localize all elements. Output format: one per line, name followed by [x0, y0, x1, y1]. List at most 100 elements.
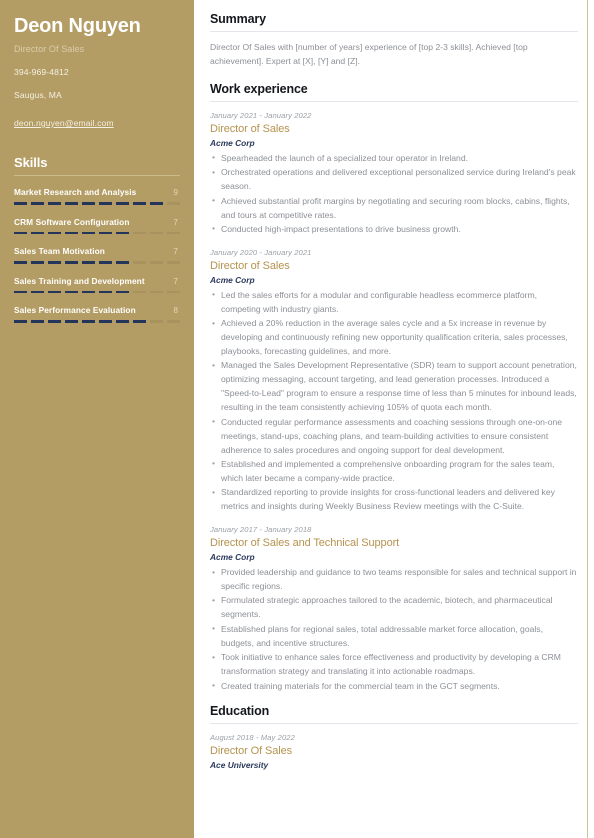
skill-row: Sales Performance Evaluation 8 — [14, 305, 180, 315]
skill-rating-segment — [30, 261, 45, 264]
skill-item: Sales Performance Evaluation 8 — [14, 305, 180, 323]
skill-rating-segment — [14, 202, 28, 205]
entry-dates: January 2017 - January 2018 — [210, 525, 312, 535]
education-divider — [210, 723, 578, 725]
skill-rating-segment — [30, 320, 45, 323]
entry-bullet: Established plans for regional sales, to… — [210, 622, 578, 651]
skill-rating-segment — [64, 202, 79, 205]
skill-rating-segment — [166, 231, 180, 235]
skill-score: 7 — [173, 275, 178, 286]
skill-score: 8 — [173, 305, 178, 316]
entry-organization: Acme Corp — [210, 137, 255, 148]
skill-rating-segment — [132, 261, 147, 264]
skill-rating-segment — [81, 261, 96, 264]
summary-section: Summary Director Of Sales with [number o… — [210, 12, 578, 69]
skill-rating-segment — [64, 231, 79, 235]
skill-rating-segment — [98, 202, 113, 205]
skill-row: Market Research and Analysis 9 — [14, 187, 180, 197]
skill-rating-segment — [47, 290, 62, 294]
contact-email-link[interactable]: deon.nguyen@email.com — [14, 118, 114, 128]
entry-dates: January 2021 - January 2022 — [210, 110, 312, 120]
summary-text: Director Of Sales with [number of years]… — [210, 42, 528, 66]
skill-item: Sales Team Motivation 7 — [14, 246, 180, 264]
skill-rating-segment — [64, 320, 79, 323]
skill-rating-segment — [115, 261, 130, 264]
work-entry: January 2020 - January 2021 Director of S… — [210, 248, 578, 514]
main-content: Summary Director Of Sales with [number o… — [194, 0, 594, 838]
work-entry: January 2017 - January 2018 Director of S… — [210, 525, 578, 693]
education-entry-list: August 2018 - May 2022 Director Of Sales A… — [210, 733, 578, 770]
skill-rating-segment — [47, 261, 62, 264]
entry-organization: Ace University — [210, 760, 269, 771]
entry-bullet: Provided leadership and guidance to two … — [210, 566, 578, 594]
skill-score: 7 — [173, 246, 178, 257]
entry-title: Director Of Sales — [210, 745, 293, 758]
skill-rating-segment — [47, 320, 62, 323]
skills-heading-divider — [14, 175, 180, 176]
page-edge-line — [587, 0, 588, 838]
skill-score: 7 — [173, 216, 178, 227]
summary-divider — [210, 31, 578, 32]
entry-bullet-list: Provided leadership and guidance to two … — [210, 566, 578, 693]
skill-rating-segment — [98, 320, 113, 323]
entry-bullet: Achieved a 20% reduction in the average … — [210, 317, 578, 359]
skill-rating-segment — [115, 202, 130, 205]
work-entry: January 2021 - January 2022 Director of S… — [210, 111, 578, 237]
skill-rating-segment — [14, 261, 28, 264]
skill-label: Sales Team Motivation — [14, 246, 105, 257]
skill-rating-segment — [30, 290, 45, 294]
entry-bullet: Led the sales efforts for a modular and … — [210, 288, 578, 317]
work-experience-section: Work experience January 2021 - January 2… — [210, 82, 578, 694]
skill-rating-segment — [149, 231, 163, 235]
skill-rating-segment — [166, 261, 180, 264]
skills-list: Market Research and Analysis 9 CRM Softwar… — [14, 187, 180, 323]
skill-item: Sales Training and Development 7 — [14, 276, 180, 294]
entry-bullet-list: Spearheaded the launch of a specialized … — [210, 151, 578, 237]
entry-dates: August 2018 - May 2022 — [210, 733, 295, 743]
contact-list: 394-969-4812 Saugus, MA deon.nguyen@email.… — [14, 67, 180, 141]
sidebar: Deon Nguyen Director Of Sales 394-969-48… — [0, 0, 194, 838]
entry-bullet: Formulated strategic approaches tailored… — [210, 594, 578, 622]
skills-heading: Skills — [14, 155, 48, 170]
skill-rating-segment — [81, 231, 96, 235]
entry-bullet: Achieved substantial profit margins by n… — [210, 194, 578, 223]
skill-rating-segment — [30, 231, 45, 235]
entry-dates: January 2020 - January 2021 — [210, 247, 312, 257]
candidate-name: Deon Nguyen — [14, 15, 141, 37]
skill-rating-segment — [132, 231, 147, 235]
skill-rating-segment — [132, 202, 147, 205]
skill-rating-segment — [14, 290, 28, 294]
entry-title: Director of Sales and Technical Support — [210, 537, 400, 550]
education-section: Education August 2018 - May 2022 Director… — [210, 704, 578, 770]
skill-rating-segment — [166, 202, 180, 205]
work-entry-list: January 2021 - January 2022 Director of S… — [210, 111, 578, 694]
skill-rating-segment — [81, 320, 96, 323]
contact-item: 394-969-4812 — [14, 67, 69, 77]
entry-bullet-list: Led the sales efforts for a modular and … — [210, 288, 578, 514]
skill-rating-segment — [64, 261, 79, 264]
skill-rating-bar — [14, 320, 180, 323]
entry-title: Director of Sales — [210, 122, 290, 135]
candidate-role: Director Of Sales — [14, 44, 85, 54]
skill-rating-segment — [14, 231, 28, 235]
skill-rating-segment — [149, 320, 163, 323]
entry-bullet: Orchestrated operations and delivered ex… — [210, 166, 578, 194]
skill-rating-segment — [47, 202, 62, 205]
skill-rating-segment — [81, 290, 96, 294]
skill-rating-segment — [14, 320, 28, 323]
skill-rating-segment — [149, 202, 163, 205]
entry-bullet: Spearheaded the launch of a specialized … — [210, 151, 578, 166]
work-experience-heading: Work experience — [210, 81, 308, 96]
skill-rating-segment — [132, 320, 147, 323]
skill-label: Sales Performance Evaluation — [14, 305, 136, 316]
entry-bullet: Created training materials for the comme… — [210, 679, 578, 694]
skill-score: 9 — [173, 187, 178, 197]
education-heading: Education — [210, 704, 270, 719]
skill-rating-segment — [166, 320, 180, 323]
skill-rating-segment — [115, 290, 130, 294]
skill-rating-bar — [14, 231, 180, 235]
skill-rating-bar — [14, 261, 180, 264]
skill-rating-bar — [14, 202, 180, 205]
entry-bullet: Conducted high-impact presentations to d… — [210, 222, 578, 237]
skill-row: Sales Training and Development 7 — [14, 276, 180, 286]
